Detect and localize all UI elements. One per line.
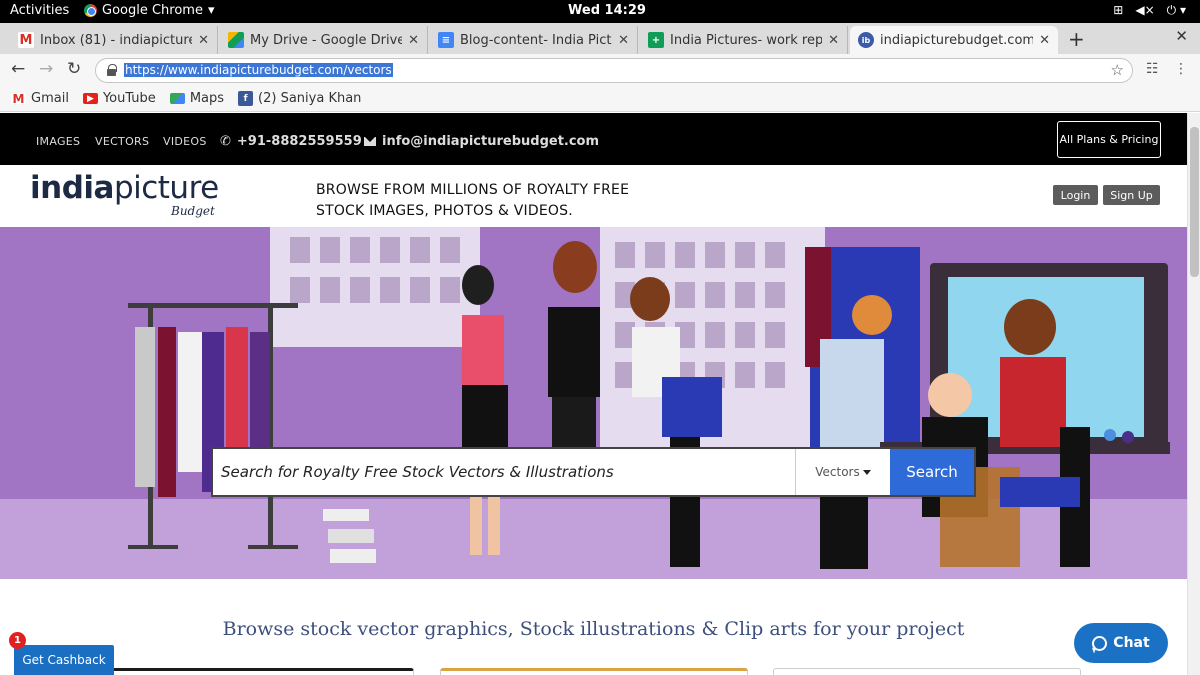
logo-subtext: Budget xyxy=(171,204,215,218)
back-icon[interactable]: ← xyxy=(11,59,25,79)
gmail-icon: M xyxy=(11,91,26,106)
activities-button[interactable]: Activities xyxy=(10,3,69,18)
google-drive-icon xyxy=(228,32,244,48)
facebook-icon: f xyxy=(238,91,254,106)
search-bar: Search for Royalty Free Stock Vectors & … xyxy=(211,447,976,497)
get-cashback-button[interactable]: Get Cashback xyxy=(14,645,114,675)
page-viewport: IMAGES VECTORS VIDEOS ✆ +91-8882559559 i… xyxy=(0,113,1187,675)
app-name: Google Chrome xyxy=(102,3,203,18)
tagline-line-2: STOCK IMAGES, PHOTOS & VIDEOS. xyxy=(316,203,573,219)
browser-toolbar: ← → ↻ https://www.indiapicturebudget.com… xyxy=(0,54,1200,86)
window-close-icon[interactable]: ✕ xyxy=(1175,27,1188,45)
hero-illustration xyxy=(0,227,1187,579)
phone-contact[interactable]: ✆ +91-8882559559 xyxy=(220,134,362,149)
maps-icon xyxy=(169,93,185,104)
bookmarks-bar: M Gmail ▶ YouTube Maps f (2) Saniya Khan xyxy=(0,86,1200,112)
tab-indiapicturebudget[interactable]: ib indiapicturebudget.com ✕ xyxy=(850,26,1058,54)
tab-title: Blog-content- India Picture xyxy=(460,32,612,48)
volume-icon: ◀× xyxy=(1135,3,1155,17)
bookmark-maps[interactable]: Maps xyxy=(169,91,225,106)
google-docs-icon: ≡ xyxy=(438,32,454,48)
vector-card[interactable] xyxy=(110,668,414,675)
search-type-value: Vectors xyxy=(815,465,860,479)
plans-pricing-button[interactable]: All Plans & Pricing xyxy=(1057,121,1161,158)
bookmark-label: Maps xyxy=(189,91,225,106)
tab-drive[interactable]: My Drive - Google Drive ✕ xyxy=(220,26,428,54)
scrollbar-thumb[interactable] xyxy=(1190,127,1199,277)
envelope-icon xyxy=(364,137,376,146)
menu-icon[interactable]: ⋮ xyxy=(1174,61,1188,77)
system-top-bar: Activities Google Chrome ▾ Wed 14:29 ⊞ ◀… xyxy=(0,0,1200,23)
bookmark-star-icon[interactable]: ☆ xyxy=(1111,61,1124,79)
bookmark-label: Gmail xyxy=(31,91,69,106)
page-scrollbar[interactable] xyxy=(1187,113,1200,675)
search-button[interactable]: Search xyxy=(890,449,974,495)
close-icon[interactable]: ✕ xyxy=(198,33,209,48)
tab-title: Inbox (81) - indiapictures0 xyxy=(40,32,192,48)
phone-number: +91-8882559559 xyxy=(236,134,362,149)
chevron-down-icon: ▾ xyxy=(207,3,215,18)
logo-text-light: picture xyxy=(113,170,219,206)
email-contact[interactable]: info@indiapicturebudget.com xyxy=(364,134,599,149)
search-input[interactable]: Search for Royalty Free Stock Vectors & … xyxy=(213,449,795,495)
app-menu[interactable]: Google Chrome ▾ xyxy=(84,3,215,18)
site-header: indiapicture Budget BROWSE FROM MILLIONS… xyxy=(0,165,1187,227)
tab-sheets[interactable]: + India Pictures- work report ✕ xyxy=(640,26,848,54)
extension-icon[interactable]: ☷ xyxy=(1146,61,1159,77)
tagline-line-1: BROWSE FROM MILLIONS OF ROYALTY FREE xyxy=(316,182,630,198)
google-sheets-icon: + xyxy=(648,32,664,48)
email-address: info@indiapicturebudget.com xyxy=(382,134,600,149)
search-type-select[interactable]: Vectors xyxy=(795,449,890,495)
tab-docs[interactable]: ≡ Blog-content- India Picture ✕ xyxy=(430,26,638,54)
tab-title: indiapicturebudget.com xyxy=(880,32,1034,48)
bookmark-facebook[interactable]: f (2) Saniya Khan xyxy=(238,91,361,106)
hero-banner: Search for Royalty Free Stock Vectors & … xyxy=(0,227,1187,579)
bookmark-gmail[interactable]: M Gmail xyxy=(11,91,69,106)
tab-title: India Pictures- work report xyxy=(670,32,823,48)
system-status-area[interactable]: ⊞ ◀× ⏻ ▾ xyxy=(1113,3,1186,18)
nav-vectors[interactable]: VECTORS xyxy=(95,135,149,148)
tagline: BROWSE FROM MILLIONS OF ROYALTY FREE STO… xyxy=(316,180,629,222)
gmail-icon: M xyxy=(18,32,34,48)
close-icon[interactable]: ✕ xyxy=(408,33,419,48)
site-favicon: ib xyxy=(858,32,874,48)
login-button[interactable]: Login xyxy=(1053,185,1098,205)
close-icon[interactable]: ✕ xyxy=(1039,33,1050,48)
nav-videos[interactable]: VIDEOS xyxy=(163,135,207,148)
notification-badge: 1 xyxy=(9,632,26,649)
reload-icon[interactable]: ↻ xyxy=(67,59,81,79)
lock-icon[interactable] xyxy=(107,64,117,76)
logo-text-bold: india xyxy=(30,170,114,206)
vector-card[interactable] xyxy=(440,668,748,675)
network-icon: ⊞ xyxy=(1113,3,1124,17)
tab-title: My Drive - Google Drive xyxy=(250,32,403,48)
close-icon[interactable]: ✕ xyxy=(828,33,839,48)
clock[interactable]: Wed 14:29 xyxy=(568,3,646,18)
bookmark-label: (2) Saniya Khan xyxy=(258,91,362,106)
url-text[interactable]: https://www.indiapicturebudget.com/vecto… xyxy=(124,63,393,77)
nav-images[interactable]: IMAGES xyxy=(36,135,80,148)
site-top-nav: IMAGES VECTORS VIDEOS ✆ +91-8882559559 i… xyxy=(0,113,1187,165)
tab-strip: M Inbox (81) - indiapictures0 ✕ My Drive… xyxy=(0,23,1200,54)
bookmark-label: YouTube xyxy=(102,91,156,106)
power-icon: ⏻ ▾ xyxy=(1166,3,1186,17)
chat-bubble-icon xyxy=(1092,635,1108,651)
phone-icon: ✆ xyxy=(220,134,231,149)
search-placeholder: Search for Royalty Free Stock Vectors & … xyxy=(221,463,614,481)
vector-card[interactable] xyxy=(773,668,1081,675)
bookmark-youtube[interactable]: ▶ YouTube xyxy=(82,91,156,106)
browse-heading: Browse stock vector graphics, Stock illu… xyxy=(222,618,965,640)
tab-gmail[interactable]: M Inbox (81) - indiapictures0 ✕ xyxy=(10,26,218,54)
close-icon[interactable]: ✕ xyxy=(618,33,629,48)
signup-button[interactable]: Sign Up xyxy=(1103,185,1160,205)
forward-icon[interactable]: → xyxy=(39,59,53,79)
new-tab-button[interactable]: + xyxy=(1068,27,1085,51)
chat-widget-button[interactable]: Chat xyxy=(1074,623,1168,663)
youtube-icon: ▶ xyxy=(82,93,98,104)
caret-down-icon xyxy=(862,469,871,475)
site-logo[interactable]: indiapicture Budget xyxy=(30,170,219,218)
address-bar[interactable]: https://www.indiapicturebudget.com/vecto… xyxy=(95,58,1133,83)
chrome-icon xyxy=(84,4,97,17)
chat-label: Chat xyxy=(1113,635,1150,651)
